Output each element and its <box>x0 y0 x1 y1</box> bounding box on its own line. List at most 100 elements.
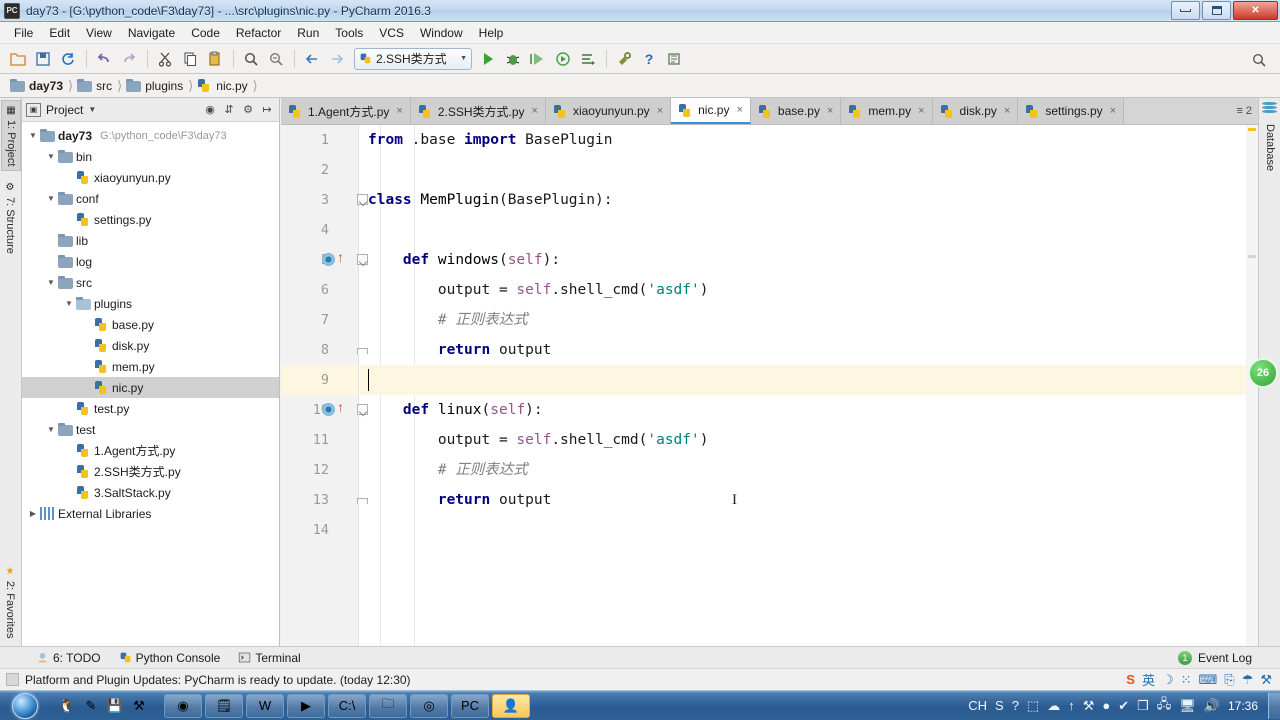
gutter-row[interactable]: 11 <box>281 425 358 455</box>
coverage-icon[interactable] <box>526 47 550 71</box>
tree-item[interactable]: lib <box>22 230 279 251</box>
menu-refactor[interactable]: Refactor <box>228 23 289 43</box>
project-tree[interactable]: ▼ day73 G:\python_code\F3\day73 ▼ bin xiaoyun… <box>22 122 279 645</box>
close-tab-icon[interactable]: × <box>1004 105 1010 117</box>
code-line[interactable]: output = self.shell_cmd('asdf') <box>360 425 1258 455</box>
code-line[interactable]: output = self.shell_cmd('asdf') <box>360 275 1258 305</box>
window-icon[interactable]: ❐ <box>1137 698 1149 714</box>
forward-icon[interactable] <box>325 47 349 71</box>
save-icon[interactable]: 💾 <box>104 695 126 717</box>
code-line[interactable] <box>360 365 1258 395</box>
update-icon[interactable]: ↑ <box>1068 698 1075 713</box>
keyboard-icon[interactable]: ⌨ <box>1199 672 1218 688</box>
breadcrumb-item-plugins[interactable]: plugins <box>124 76 186 96</box>
code-line[interactable]: from .base import BasePlugin <box>360 125 1258 155</box>
paint-icon[interactable]: ✎ <box>80 695 102 717</box>
tree-item[interactable]: ▼ bin <box>22 146 279 167</box>
code-line[interactable]: # 正则表达式 <box>360 305 1258 335</box>
sidebar-item-favorites[interactable]: ★ 2: Favorites <box>1 562 19 642</box>
gutter-row[interactable]: 7 <box>281 305 358 335</box>
show-desktop-button[interactable] <box>1268 692 1280 719</box>
warning-stripe[interactable] <box>1248 128 1256 131</box>
editor-tab[interactable]: settings.py × <box>1018 98 1125 124</box>
find-icon[interactable] <box>239 47 263 71</box>
ime-language-icon[interactable]: 英 <box>1142 670 1155 689</box>
screen-recorder-overlay[interactable]: 26 <box>1248 358 1278 388</box>
close-button[interactable]: ✕ <box>1233 1 1278 20</box>
sogou-logo-icon[interactable]: S <box>1126 672 1135 687</box>
tree-item[interactable]: settings.py <box>22 209 279 230</box>
tree-item[interactable]: 2.SSH类方式.py <box>22 461 279 482</box>
bottom-item-todo[interactable]: 6: TODO <box>36 651 101 665</box>
override-arrow-icon[interactable]: ↑ <box>337 250 344 264</box>
tools-tray-icon[interactable]: ⚒ <box>1083 698 1095 714</box>
code-line[interactable]: def linux(self): <box>360 395 1258 425</box>
cloud-icon[interactable]: ☁ <box>1047 698 1060 714</box>
run-configuration-selector[interactable]: 2.SSH类方式 ▼ <box>354 47 472 70</box>
code-line[interactable]: # 正则表达式 <box>360 455 1258 485</box>
code-lines[interactable]: from .base import BasePlugin class MemPlu… <box>360 125 1258 545</box>
tree-item[interactable]: ▼ test <box>22 419 279 440</box>
code-line[interactable]: return output <box>360 485 1258 515</box>
breadcrumb-item-project[interactable]: day73 <box>8 76 66 96</box>
code-line[interactable]: def windows(self): <box>360 245 1258 275</box>
copy-icon[interactable] <box>178 47 202 71</box>
bottom-item-event-log[interactable]: Event Log <box>1198 651 1252 665</box>
sidebar-item-project[interactable]: ▦ 1: Project <box>1 100 21 172</box>
search-everywhere-icon[interactable] <box>1247 48 1271 72</box>
menu-vcs[interactable]: VCS <box>371 23 412 43</box>
paste-icon[interactable] <box>203 47 227 71</box>
bottom-item-terminal[interactable]: Terminal <box>238 651 301 665</box>
menu-edit[interactable]: Edit <box>41 23 78 43</box>
maximize-button[interactable] <box>1202 1 1231 20</box>
editor-tab[interactable]: disk.py × <box>932 98 1019 124</box>
help-icon[interactable]: ? <box>1012 698 1019 713</box>
qq-icon[interactable]: 🐧 <box>56 695 78 717</box>
chrome-window[interactable]: ◉ <box>164 693 202 718</box>
gutter-row[interactable]: 10 ↑ <box>281 395 368 425</box>
close-tab-icon[interactable]: × <box>827 105 833 117</box>
gutter-row[interactable]: 2 <box>281 155 358 185</box>
replace-icon[interactable] <box>264 47 288 71</box>
network-icon[interactable]: 🖧 <box>1157 695 1172 717</box>
code-line[interactable] <box>360 215 1258 245</box>
menu-window[interactable]: Window <box>412 23 471 43</box>
camtasia-window[interactable]: ◎ <box>410 693 448 718</box>
taskbar-clock[interactable]: 17:36 <box>1224 699 1262 713</box>
word-window[interactable]: W <box>246 693 284 718</box>
gutter-row[interactable]: 5↑ <box>281 245 368 275</box>
close-tab-icon[interactable]: × <box>657 105 663 117</box>
sidebar-item-structure[interactable]: ⚙ 7: Structure <box>1 178 19 258</box>
tree-item[interactable]: mem.py <box>22 356 279 377</box>
open-icon[interactable] <box>6 47 30 71</box>
notification-icon[interactable] <box>6 673 19 686</box>
minimize-button[interactable] <box>1171 1 1200 20</box>
gear-icon[interactable]: ⚙ <box>240 102 256 118</box>
gutter-row[interactable]: 9 <box>281 365 358 395</box>
tree-item[interactable]: 1.Agent方式.py <box>22 440 279 461</box>
chevron-down-icon[interactable]: ▼ <box>44 425 58 434</box>
code-line[interactable]: class MemPlugin(BasePlugin): <box>360 185 1258 215</box>
menu-run[interactable]: Run <box>289 23 327 43</box>
profile-icon[interactable] <box>551 47 575 71</box>
tree-item[interactable]: base.py <box>22 314 279 335</box>
code-line[interactable] <box>360 515 1258 545</box>
run-method-icon[interactable] <box>322 253 335 266</box>
toolbox-icon[interactable]: ⎘ <box>1224 672 1234 688</box>
tree-item[interactable]: nic.py <box>22 377 279 398</box>
tree-item[interactable]: ▼ plugins <box>22 293 279 314</box>
settings-gear-icon[interactable] <box>612 47 636 71</box>
gutter-row[interactable]: 8 <box>281 335 368 365</box>
explorer-window[interactable]: 🗀 <box>369 693 407 718</box>
back-icon[interactable] <box>300 47 324 71</box>
sidebar-item-database[interactable]: Database <box>1261 120 1279 175</box>
gutter-row[interactable]: 13 <box>281 485 368 515</box>
editor-tab[interactable]: base.py × <box>750 98 842 124</box>
tree-item[interactable]: ▼ src <box>22 272 279 293</box>
undo-icon[interactable] <box>92 47 116 71</box>
run-icon[interactable] <box>476 47 500 71</box>
code-line[interactable] <box>360 155 1258 185</box>
redo-icon[interactable] <box>117 47 141 71</box>
gutter-row[interactable]: 6 <box>281 275 358 305</box>
editor-tab[interactable]: xiaoyunyun.py × <box>545 98 672 124</box>
